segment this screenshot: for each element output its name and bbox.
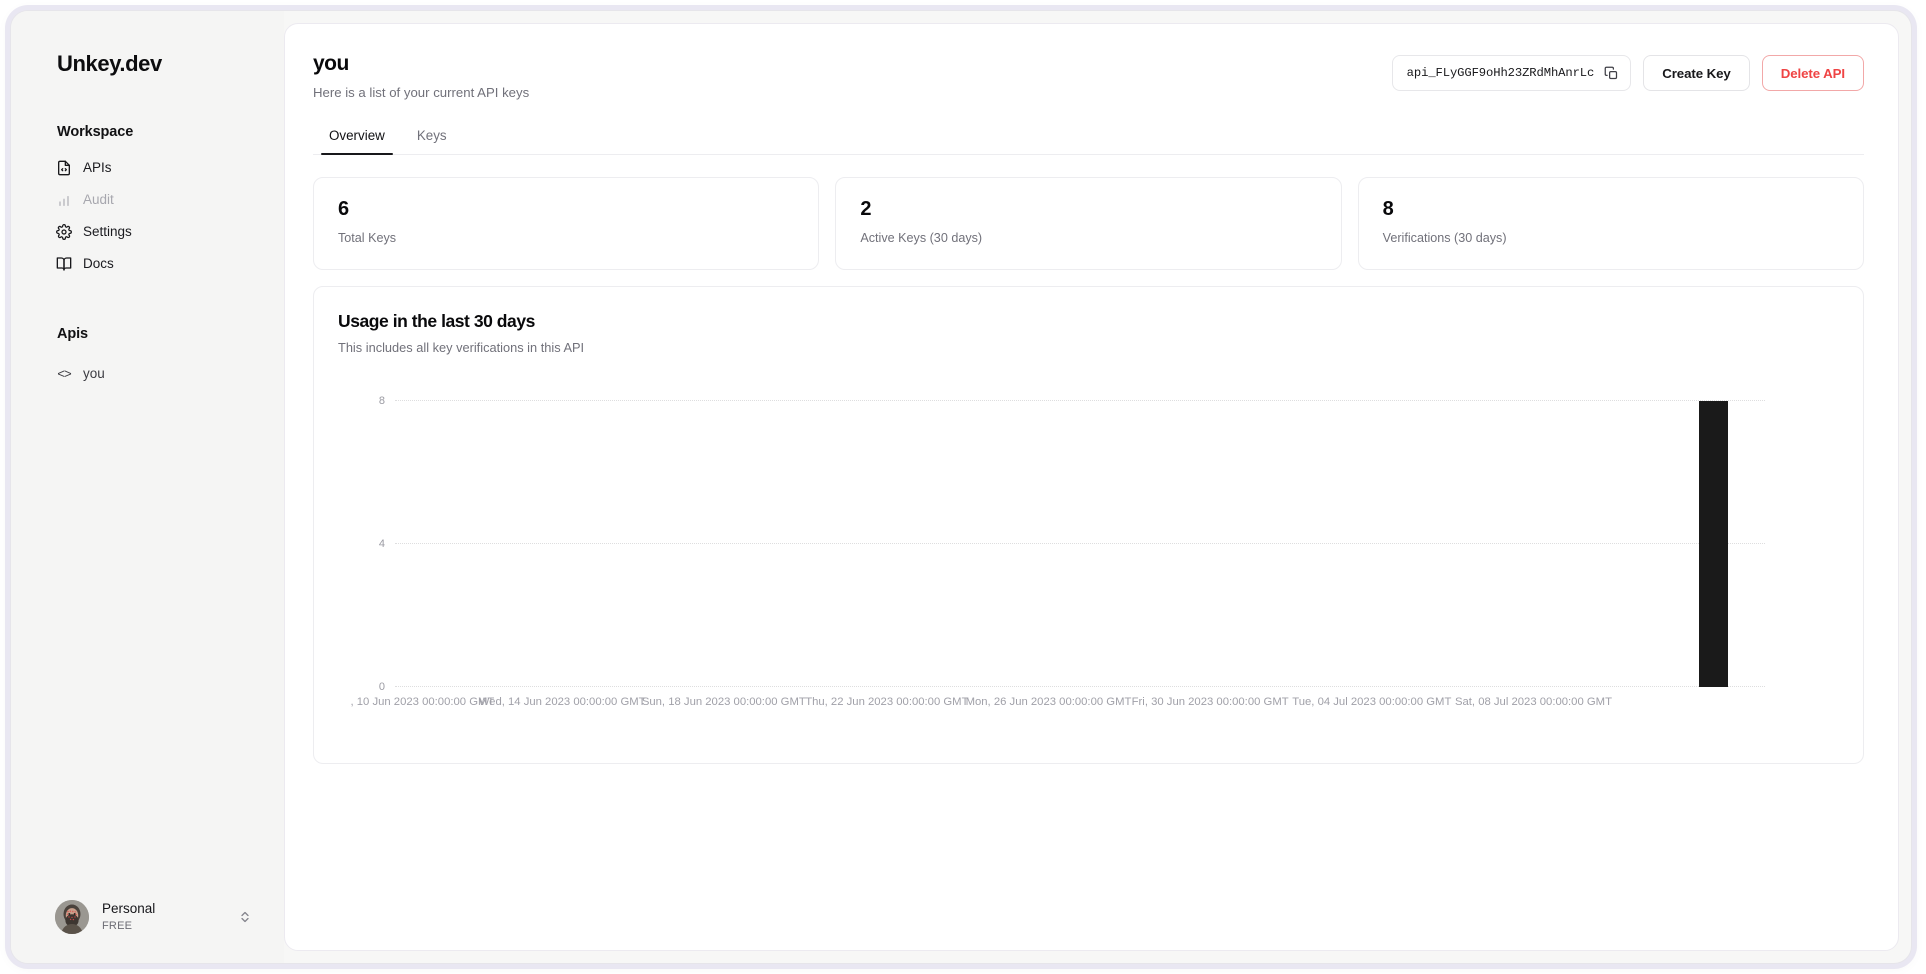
gear-icon [56, 224, 72, 240]
sidebar-item-label: you [83, 367, 105, 381]
sidebar-apis-nav: <> you [11, 354, 284, 390]
page-title: you [313, 52, 529, 76]
chart-y-tick-label: 8 [379, 395, 385, 407]
sidebar: Unkey.dev Workspace APIs [11, 11, 284, 963]
page-header: you Here is a list of your current API k… [313, 52, 1864, 100]
sidebar-item-label: APIs [83, 161, 112, 175]
sidebar-workspace-nav: APIs Audit [11, 152, 284, 280]
chart-plot-area: 0 4 8 , 10 Jun 2023 00:00:00 GMTWed, 14 Jun… [338, 383, 1839, 717]
chart-x-tick-label: Tue, 04 Jul 2023 00:00:00 GMT [1292, 696, 1451, 708]
chart-x-tick-label: Wed, 14 Jun 2023 00:00:00 GMT [479, 696, 646, 708]
stat-value: 2 [860, 199, 1316, 219]
sidebar-item-settings[interactable]: Settings [45, 216, 266, 248]
user-meta: Personal FREE [102, 902, 225, 932]
brand-logo[interactable]: Unkey.dev [11, 43, 284, 77]
api-key-copy-field[interactable]: api_FLyGGF9oHh23ZRdMhAnrLc [1392, 55, 1632, 91]
stat-value: 8 [1383, 199, 1839, 219]
stat-label: Total Keys [338, 231, 794, 245]
code-brackets-icon: <> [56, 366, 72, 382]
chart-x-tick-label: Fri, 30 Jun 2023 00:00:00 GMT [1132, 696, 1289, 708]
main-content: you Here is a list of your current API k… [284, 23, 1899, 951]
chart-subtitle: This includes all key verifications in t… [338, 340, 1839, 355]
stat-card-verifications: 8 Verifications (30 days) [1358, 177, 1864, 270]
chevron-up-down-icon[interactable] [238, 907, 252, 927]
usage-chart-card: Usage in the last 30 days This includes … [313, 286, 1864, 764]
user-name: Personal [102, 902, 225, 917]
sidebar-section-workspace-heading: Workspace [11, 124, 284, 140]
user-account-switcher[interactable]: Personal FREE [45, 889, 262, 945]
page-heading-group: you Here is a list of your current API k… [313, 52, 529, 100]
user-plan-badge: FREE [102, 920, 225, 932]
chart-x-tick-label: Sun, 18 Jun 2023 00:00:00 GMT [642, 696, 806, 708]
chart-gridline: 8 [395, 400, 1765, 401]
tab-keys[interactable]: Keys [401, 128, 463, 154]
chart-x-tick-label: Mon, 26 Jun 2023 00:00:00 GMT [966, 696, 1132, 708]
file-code-icon [56, 160, 72, 176]
app-window: Unkey.dev Workspace APIs [10, 10, 1912, 964]
stat-label: Active Keys (30 days) [860, 231, 1316, 245]
delete-api-button[interactable]: Delete API [1762, 55, 1864, 91]
stat-card-active-keys: 2 Active Keys (30 days) [835, 177, 1341, 270]
chart-x-tick-label: Thu, 22 Jun 2023 00:00:00 GMT [805, 696, 968, 708]
desktop-background: Unkey.dev Workspace APIs [0, 0, 1926, 974]
chart-gridline: 0 [395, 686, 1765, 687]
sidebar-item-label: Docs [83, 257, 114, 271]
sidebar-item-apis[interactable]: APIs [45, 152, 266, 184]
chart-title: Usage in the last 30 days [338, 311, 1839, 332]
bar-chart-icon [56, 192, 72, 208]
copy-icon[interactable] [1604, 66, 1619, 81]
sidebar-section-apis-heading: Apis [11, 326, 284, 342]
sidebar-item-audit[interactable]: Audit [45, 184, 266, 216]
sidebar-item-label: Audit [83, 193, 114, 207]
tabs: Overview Keys [313, 128, 1864, 155]
chart-gridline: 4 [395, 543, 1765, 544]
chart-canvas: 048, 10 Jun 2023 00:00:00 GMTWed, 14 Jun… [395, 401, 1765, 687]
header-actions: api_FLyGGF9oHh23ZRdMhAnrLc Create Key De… [1392, 52, 1864, 91]
chart-bar[interactable] [1699, 401, 1728, 687]
stat-label: Verifications (30 days) [1383, 231, 1839, 245]
sidebar-item-api-you[interactable]: <> you [45, 358, 266, 390]
tab-overview[interactable]: Overview [313, 128, 401, 154]
stat-card-total-keys: 6 Total Keys [313, 177, 819, 270]
stat-value: 6 [338, 199, 794, 219]
page-subtitle: Here is a list of your current API keys [313, 85, 529, 100]
create-key-button[interactable]: Create Key [1643, 55, 1749, 91]
chart-x-tick-label: Sat, 08 Jul 2023 00:00:00 GMT [1455, 696, 1612, 708]
api-key-value: api_FLyGGF9oHh23ZRdMhAnrLc [1407, 66, 1595, 80]
book-open-icon [56, 256, 72, 272]
sidebar-item-label: Settings [83, 225, 132, 239]
chart-y-tick-label: 4 [379, 538, 385, 550]
sidebar-item-docs[interactable]: Docs [45, 248, 266, 280]
chart-x-tick-label: , 10 Jun 2023 00:00:00 GMT [350, 696, 494, 708]
chart-y-tick-label: 0 [379, 681, 385, 693]
avatar [55, 900, 89, 934]
stats-row: 6 Total Keys 2 Active Keys (30 days) 8 V… [313, 177, 1864, 270]
